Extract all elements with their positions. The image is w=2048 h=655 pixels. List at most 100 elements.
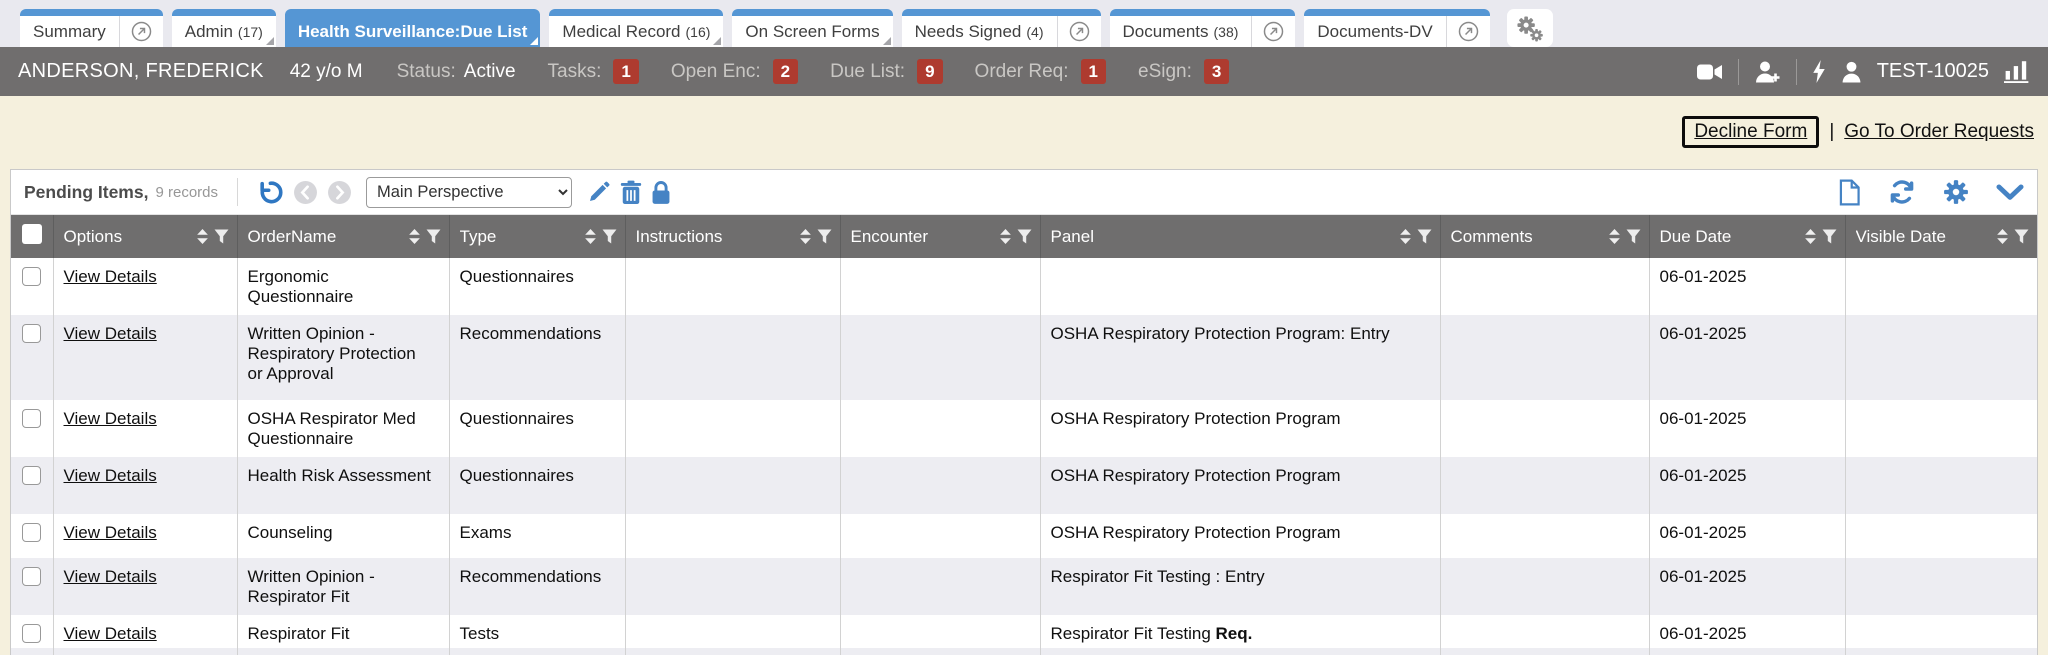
- cell-comments: [1440, 400, 1649, 457]
- gears-icon: [1516, 15, 1543, 42]
- sort-icon[interactable]: [800, 229, 811, 244]
- column-header-ordername[interactable]: OrderName: [237, 215, 449, 258]
- filter-icon[interactable]: [1626, 229, 1641, 244]
- decline-form-link[interactable]: Decline Form: [1694, 121, 1807, 142]
- edit-perspective-button[interactable]: [587, 180, 611, 204]
- previous-button[interactable]: [293, 180, 318, 205]
- sort-icon[interactable]: [409, 229, 420, 244]
- tab-health-surveillance-due-list[interactable]: Health Surveillance:Due List: [285, 9, 541, 47]
- tab-needs-signed[interactable]: Needs Signed (4): [902, 9, 1101, 47]
- tab-needs-signed-popout[interactable]: [1057, 16, 1101, 47]
- filter-icon[interactable]: [214, 229, 229, 244]
- collapse-button[interactable]: [1996, 184, 2024, 201]
- filter-icon[interactable]: [1822, 229, 1837, 244]
- tab-on-screen-forms[interactable]: On Screen Forms: [732, 9, 892, 47]
- lock-perspective-button[interactable]: [651, 180, 671, 205]
- cell-due-date: 06-01-2025: [1649, 400, 1845, 457]
- view-details-link[interactable]: View Details: [64, 324, 157, 343]
- filter-icon[interactable]: [602, 229, 617, 244]
- patient-profile-button[interactable]: [1841, 61, 1862, 83]
- patient-id[interactable]: TEST-10025: [1877, 60, 1989, 83]
- column-header-due-date[interactable]: Due Date: [1649, 215, 1845, 258]
- column-header-type[interactable]: Type: [449, 215, 625, 258]
- undo-button[interactable]: [257, 179, 284, 206]
- column-header-panel[interactable]: Panel: [1040, 215, 1440, 258]
- sort-icon[interactable]: [1609, 229, 1620, 244]
- cell-due-date: 06-01-2025: [1649, 558, 1845, 615]
- view-details-link[interactable]: View Details: [64, 624, 157, 643]
- row-checkbox[interactable]: [22, 567, 41, 586]
- select-all-checkbox[interactable]: [22, 224, 42, 244]
- row-checkbox[interactable]: [22, 624, 41, 643]
- video-camera-button[interactable]: [1697, 63, 1723, 81]
- tab-summary[interactable]: Summary: [20, 9, 163, 47]
- cell-due-date: 06-01-2025: [1649, 514, 1845, 558]
- row-checkbox[interactable]: [22, 324, 41, 343]
- sort-icon[interactable]: [1000, 229, 1011, 244]
- view-details-link[interactable]: View Details: [64, 523, 157, 542]
- tab-label: Documents: [1123, 22, 1209, 42]
- next-button[interactable]: [327, 180, 352, 205]
- tab-documents-dv[interactable]: Documents-DV: [1304, 9, 1489, 47]
- external-link-icon: [131, 21, 152, 42]
- refresh-button[interactable]: [1888, 178, 1916, 206]
- sort-icon[interactable]: [1997, 229, 2008, 244]
- cell-encounter: [840, 615, 1040, 648]
- view-details-link[interactable]: View Details: [64, 567, 157, 586]
- flowsheet-chart-button[interactable]: [2004, 60, 2030, 83]
- trash-icon: [620, 180, 642, 205]
- row-checkbox[interactable]: [22, 267, 41, 286]
- patient-name: ANDERSON, FREDERICK: [18, 60, 264, 83]
- tab-documents[interactable]: Documents (38): [1110, 9, 1296, 47]
- column-header-instructions[interactable]: Instructions: [625, 215, 840, 258]
- new-document-button[interactable]: [1838, 179, 1861, 206]
- sort-icon[interactable]: [585, 229, 596, 244]
- tasks-badge[interactable]: 1: [613, 59, 638, 84]
- order-req-badge[interactable]: 1: [1081, 59, 1106, 84]
- links-separator: |: [1829, 121, 1834, 143]
- sort-icon[interactable]: [1805, 229, 1816, 244]
- filter-icon[interactable]: [2014, 229, 2029, 244]
- perspective-select[interactable]: Main Perspective: [366, 177, 572, 208]
- column-header-options[interactable]: Options: [53, 215, 237, 258]
- tab-documents-dv-popout[interactable]: [1446, 16, 1490, 47]
- add-person-button[interactable]: [1754, 60, 1781, 84]
- external-link-icon: [1069, 21, 1090, 42]
- due-list-badge[interactable]: 9: [917, 59, 942, 84]
- view-details-link[interactable]: View Details: [64, 267, 157, 286]
- column-header-encounter[interactable]: Encounter: [840, 215, 1040, 258]
- cell-instructions: [625, 400, 840, 457]
- quick-actions-button[interactable]: [1812, 60, 1826, 83]
- filter-icon[interactable]: [426, 229, 441, 244]
- row-checkbox[interactable]: [22, 409, 41, 428]
- tab-summary-popout[interactable]: [119, 16, 163, 47]
- column-header-visible-date[interactable]: Visible Date: [1845, 215, 2037, 258]
- table-row: View Details Written Opinion - Respirato…: [11, 558, 2037, 615]
- cell-type: Recommendations: [449, 315, 625, 400]
- select-all-header: [11, 215, 53, 258]
- tab-settings-button[interactable]: [1507, 9, 1553, 47]
- row-checkbox[interactable]: [22, 466, 41, 485]
- filter-icon[interactable]: [1017, 229, 1032, 244]
- open-enc-badge[interactable]: 2: [773, 59, 798, 84]
- sort-icon[interactable]: [1400, 229, 1411, 244]
- grid-settings-button[interactable]: [1943, 179, 1969, 205]
- undo-icon: [257, 179, 284, 206]
- filter-icon[interactable]: [1417, 229, 1432, 244]
- cell-visible-date: [1845, 400, 2037, 457]
- delete-perspective-button[interactable]: [620, 180, 642, 205]
- esign-badge[interactable]: 3: [1204, 59, 1229, 84]
- tab-medical-record[interactable]: Medical Record (16): [549, 9, 723, 47]
- view-details-link[interactable]: View Details: [64, 466, 157, 485]
- cell-encounter: [840, 558, 1040, 615]
- go-to-order-requests-link[interactable]: Go To Order Requests: [1844, 121, 2034, 143]
- column-header-comments[interactable]: Comments: [1440, 215, 1649, 258]
- tab-admin[interactable]: Admin (17): [172, 9, 276, 47]
- cell-visible-date: [1845, 514, 2037, 558]
- table-header-row: Options OrderName Type Instructions Enco…: [11, 215, 2037, 258]
- row-checkbox[interactable]: [22, 523, 41, 542]
- filter-icon[interactable]: [817, 229, 832, 244]
- sort-icon[interactable]: [197, 229, 208, 244]
- view-details-link[interactable]: View Details: [64, 409, 157, 428]
- tab-documents-popout[interactable]: [1251, 16, 1295, 47]
